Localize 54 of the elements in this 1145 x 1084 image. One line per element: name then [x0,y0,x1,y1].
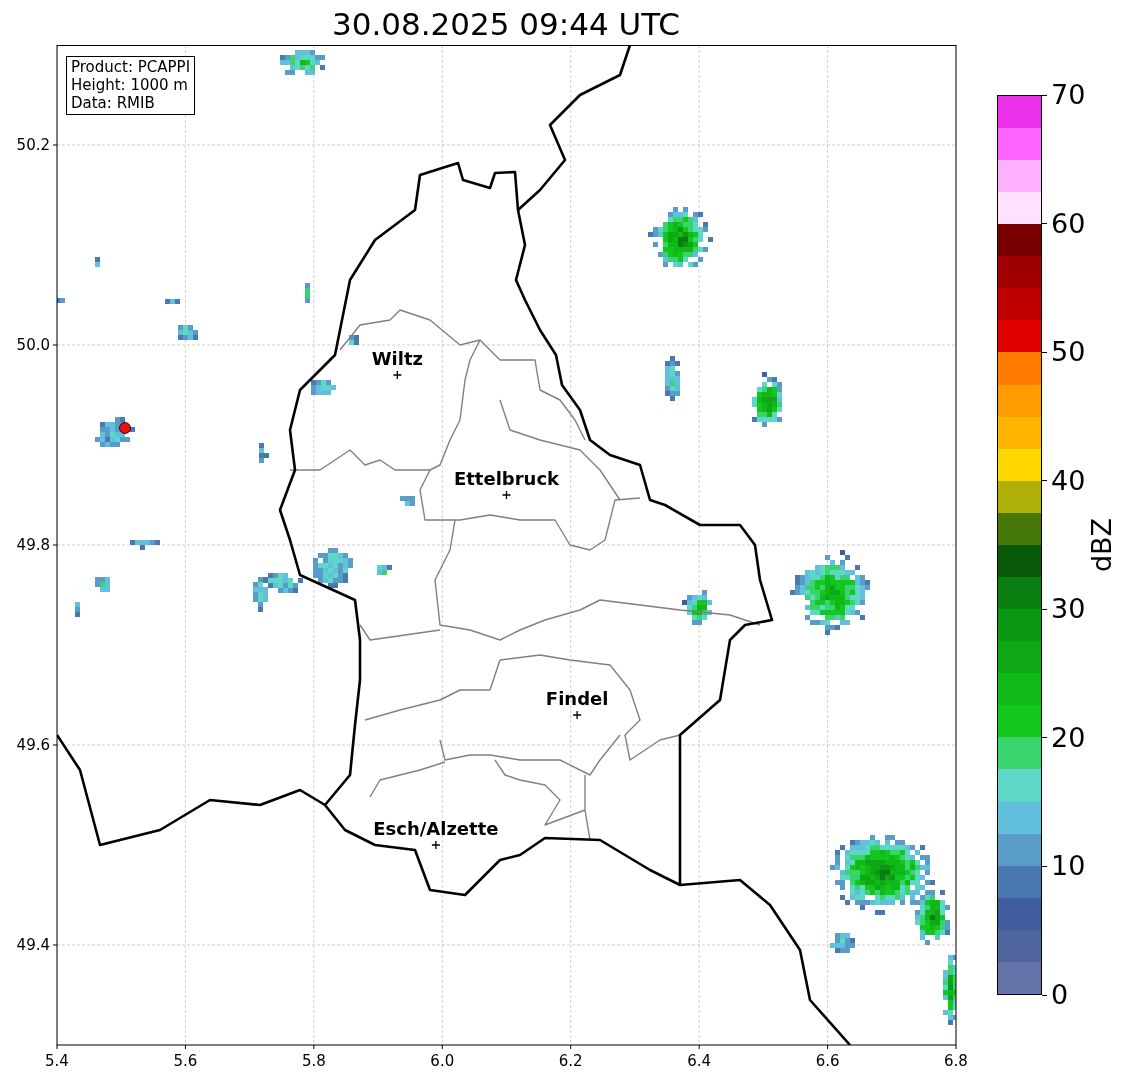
colorbar-tick-label: 60 [1051,208,1086,239]
precipitation-echo [400,496,415,506]
precipitation-echo [752,372,782,427]
precipitation-echo [682,590,712,625]
city-label: Esch/Alzette [373,818,499,839]
precipitation-echo [311,380,336,395]
precipitation-echo [95,257,100,267]
axis-tick-label: 6.8 [944,1052,968,1070]
axis-tick-label: 6.6 [815,1052,840,1070]
colorbar-tick-label: 40 [1051,465,1086,496]
city-label: Findel [545,688,609,709]
precipitation-echo [259,443,269,463]
precipitation-echo [313,548,353,588]
precipitation-echo [178,325,198,340]
axis-tick-label: 5.8 [301,1052,326,1070]
precipitation-echo [305,283,310,303]
precipitation-echo [75,602,80,617]
colorbar-tick-label: 0 [1051,980,1069,1010]
axis-tick-label: 6.2 [558,1052,583,1070]
city-marker [392,370,402,380]
axis-tick-label: 50.2 [16,136,50,154]
precipitation-echo [95,577,110,592]
radar-site-icon [119,422,131,434]
colorbar-tick-label: 20 [1051,722,1086,753]
precipitation-echo [665,356,680,401]
city-marker [501,490,512,500]
city-label: Wiltz [371,348,423,369]
colorbar-label: dBZ [1085,517,1117,573]
axis-tick-label: 50.0 [16,336,50,354]
precipitation-echo [280,50,325,75]
colorbar-tick-label: 50 [1051,337,1086,368]
axis-tick-label: 5.6 [173,1052,198,1070]
axis-tick-label: 6.0 [430,1052,455,1070]
axis-tick-label: 49.6 [16,736,50,754]
info-box: Product: PCAPPI Height: 1000 m Data: RMIB [66,56,196,115]
city-label: Ettelbruck [453,468,560,489]
colorbar-tick-label: 30 [1051,594,1086,625]
precipitation-echo [648,207,713,267]
precipitation-echo [57,298,65,303]
precipitation-echo [130,540,160,550]
axis-tick-label: 5.4 [45,1052,69,1070]
precipitation-echo [377,565,392,575]
axis-tick-label: 6.4 [687,1052,712,1070]
city-marker [572,710,582,720]
axis-tick-label: 49.4 [16,936,50,954]
precipitation-echo [349,335,359,345]
colorbar-tick-label: 70 [1051,80,1086,110]
precipitation-echo [943,955,956,1025]
colorbar-tick-label: 10 [1051,851,1086,882]
precipitation-echo [165,299,180,304]
chart-title: 30.08.2025 09:44 UTC [332,6,680,42]
axis-tick-label: 49.8 [16,536,50,554]
precipitation-echo [830,933,855,953]
city-marker [431,840,441,850]
